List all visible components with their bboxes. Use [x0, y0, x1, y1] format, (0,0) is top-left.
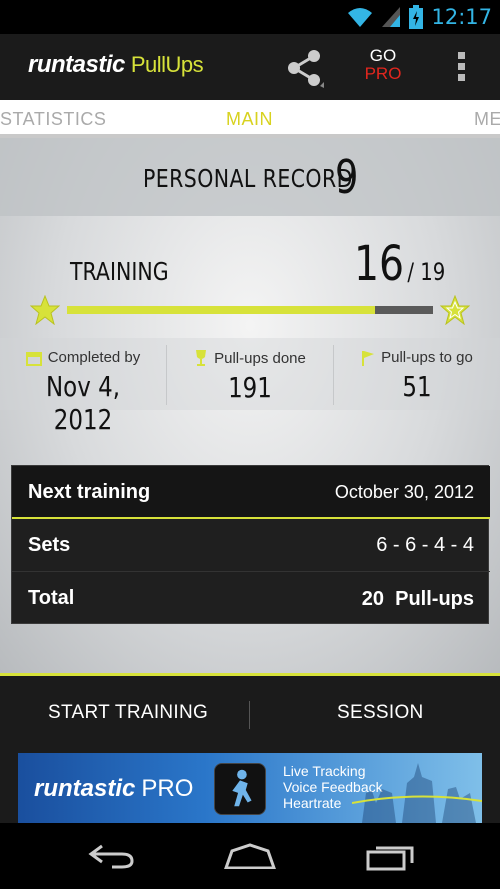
wifi-icon	[348, 8, 373, 27]
main-panel: PERSONAL RECORD 9 TRAINING 16/ 19 Comple…	[0, 138, 500, 673]
sets-value: 6 - 6 - 4 - 4	[376, 534, 474, 556]
personal-record-value: 9	[335, 150, 359, 204]
overflow-menu-icon[interactable]	[454, 52, 468, 84]
training-progress-fill	[67, 306, 376, 314]
training-progress-bar	[67, 306, 433, 314]
system-nav-bar	[0, 823, 500, 889]
ad-logo: runtastic PRO	[34, 775, 194, 802]
ad-container: runtastic PRO Live Tracking Voice Feedbac…	[0, 753, 500, 823]
tab-main[interactable]: MAIN	[226, 109, 273, 130]
stat-completed-by: Completed by Nov 4, 2012	[0, 349, 166, 436]
personal-record-label: PERSONAL RECORD	[143, 164, 353, 193]
next-training-value: October 30, 2012	[334, 482, 474, 502]
training-count: 16/ 19	[354, 236, 445, 292]
completed-by-value: Nov 4, 2012	[45, 370, 121, 436]
calendar-icon	[25, 351, 42, 366]
status-bar: 12:17	[0, 0, 500, 34]
total-row: Total 20 Pull-ups	[12, 572, 490, 625]
runner-app-icon	[214, 763, 266, 815]
ad-banner[interactable]: runtastic PRO Live Tracking Voice Feedbac…	[18, 753, 482, 823]
bottom-divider	[249, 701, 250, 729]
bottom-action-bar: START TRAINING SESSION	[0, 673, 500, 753]
stat-pullups-done: Pull-ups done 191	[167, 349, 333, 404]
go-pro-button[interactable]: GO PRO	[360, 47, 406, 83]
total-value: 20 Pull-ups	[361, 588, 474, 610]
flag-icon	[362, 350, 375, 366]
app-logo: runtastic PullUps	[28, 51, 204, 78]
tab-statistics[interactable]: STATISTICS	[0, 109, 106, 130]
stat-pullups-to-go: Pull-ups to go 51	[334, 349, 500, 403]
pullups-to-go-value: 51	[402, 370, 432, 403]
goal-star-icon	[440, 295, 470, 325]
personal-record-bar: PERSONAL RECORD 9	[0, 138, 500, 216]
home-icon[interactable]	[224, 843, 276, 869]
trophy-icon	[196, 350, 207, 366]
clock: 12:17	[431, 5, 492, 29]
session-button[interactable]: SESSION	[337, 702, 424, 724]
tab-me[interactable]: ME	[474, 109, 500, 130]
start-training-button[interactable]: START TRAINING	[48, 702, 208, 724]
start-star-icon	[30, 295, 60, 325]
back-icon[interactable]	[88, 843, 136, 869]
sets-row: Sets 6 - 6 - 4 - 4	[12, 519, 490, 572]
next-training-label: Next training	[28, 481, 151, 503]
training-done: 16	[354, 236, 405, 292]
signal-icon	[382, 7, 401, 27]
tab-strip: STATISTICS MAIN ME	[0, 100, 500, 138]
sets-label: Sets	[28, 534, 71, 556]
total-label: Total	[28, 587, 75, 609]
training-label: TRAINING	[70, 257, 169, 286]
action-bar: runtastic PullUps GO PRO	[0, 34, 500, 100]
recent-apps-icon[interactable]	[366, 843, 414, 871]
share-icon[interactable]	[284, 48, 324, 88]
training-total: / 19	[407, 258, 446, 286]
battery-icon	[409, 5, 424, 29]
next-training-row: Next training October 30, 2012	[12, 466, 490, 519]
pullups-done-value: 191	[228, 371, 272, 404]
next-training-card: Next training October 30, 2012 Sets 6 - …	[11, 465, 490, 625]
runners-silhouette-icon	[352, 763, 482, 823]
